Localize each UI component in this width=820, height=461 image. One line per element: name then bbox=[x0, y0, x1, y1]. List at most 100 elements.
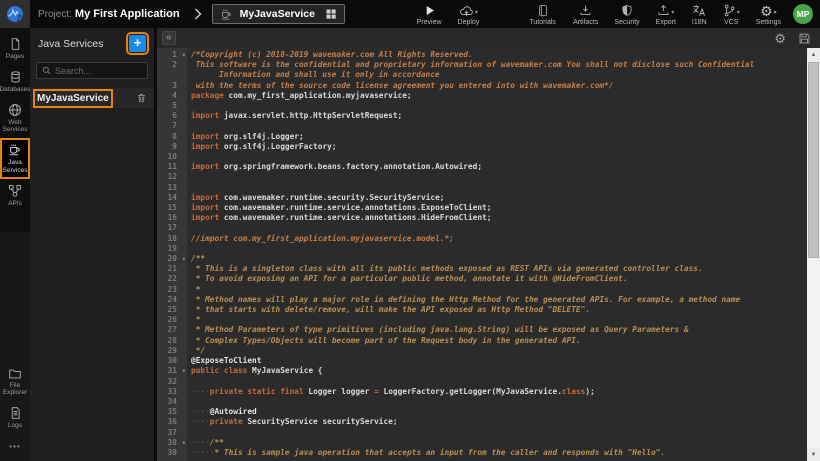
java-cup-icon bbox=[220, 8, 233, 21]
left-icon-sidebar: Pages Databases Web Services bbox=[0, 28, 30, 461]
sidebar-item-apis[interactable]: APIs bbox=[0, 179, 30, 212]
delete-service-button[interactable] bbox=[136, 92, 147, 104]
deploy-caret-icon: ▾ bbox=[475, 10, 478, 16]
line-number: 23 bbox=[157, 285, 187, 295]
service-list-item[interactable]: MyJavaService bbox=[30, 88, 154, 108]
code-text: import com.wavemaker.runtime.security.Se… bbox=[187, 193, 807, 203]
preview-button[interactable]: Preview bbox=[417, 3, 442, 26]
shield-icon bbox=[621, 4, 633, 17]
code-line: 28 * Complex Types/Objects will become p… bbox=[157, 336, 807, 346]
scroll-up-icon[interactable]: ▲ bbox=[807, 48, 820, 61]
line-number: 32 bbox=[157, 377, 187, 387]
settings-caret-icon: ▾ bbox=[774, 10, 777, 16]
java-services-panel: Java Services + MyJavaService bbox=[30, 28, 157, 461]
code-text bbox=[187, 244, 807, 254]
page-icon bbox=[9, 37, 22, 51]
fold-toggle-icon[interactable]: ▾ bbox=[182, 254, 186, 264]
add-service-button[interactable]: + bbox=[129, 35, 146, 52]
code-text: ·····* This is sample java operation tha… bbox=[187, 448, 807, 458]
download-icon bbox=[579, 4, 592, 17]
security-label: Security bbox=[614, 19, 639, 26]
deploy-button[interactable]: ▾ Deploy bbox=[458, 3, 480, 26]
trash-icon bbox=[136, 92, 147, 104]
code-text: import org.slf4j.Logger; bbox=[187, 132, 807, 142]
export-caret-icon: ▾ bbox=[671, 10, 674, 16]
scrollbar-track[interactable] bbox=[807, 61, 820, 448]
scrollbar-thumb[interactable] bbox=[808, 62, 819, 258]
line-number: 39 bbox=[157, 448, 187, 458]
sidebar-item-label: Pages bbox=[6, 53, 24, 61]
code-lines[interactable]: 1▾/*Copyright (c) 2018-2019 wavemaker.co… bbox=[157, 48, 807, 461]
search-icon bbox=[42, 66, 51, 75]
folder-icon bbox=[8, 367, 22, 380]
panel-header: Java Services + bbox=[30, 28, 154, 57]
export-button[interactable]: ▾ Export bbox=[656, 3, 676, 26]
i18n-button[interactable]: I18N bbox=[692, 3, 707, 26]
artifacts-label: Artifacts bbox=[573, 19, 598, 26]
search-input[interactable] bbox=[55, 66, 142, 76]
code-line: 27 * Method Parameters of type primitive… bbox=[157, 325, 807, 335]
code-text bbox=[187, 377, 807, 387]
sidebar-item-databases[interactable]: Databases bbox=[0, 65, 30, 98]
tutorials-button[interactable]: Tutorials bbox=[529, 3, 556, 26]
gear-icon: ⚙ bbox=[760, 5, 773, 17]
line-number: 17 bbox=[157, 223, 187, 233]
code-text: with the terms of the source code licens… bbox=[187, 81, 807, 91]
code-line: 33····private static final Logger logger… bbox=[157, 387, 807, 397]
tab-myjavaservice[interactable]: MyJavaService bbox=[212, 4, 345, 24]
service-name: MyJavaService bbox=[37, 93, 109, 104]
project-label: Project: bbox=[38, 9, 72, 20]
artifacts-button[interactable]: Artifacts bbox=[573, 3, 598, 26]
vcs-caret-icon: ▾ bbox=[737, 10, 740, 16]
security-button[interactable]: Security bbox=[614, 3, 639, 26]
fold-toggle-icon[interactable]: ▾ bbox=[182, 50, 186, 60]
line-number: 4 bbox=[157, 91, 187, 101]
sidebar-item-web-services[interactable]: Web Services bbox=[0, 98, 30, 139]
save-icon[interactable] bbox=[798, 32, 811, 45]
project-name: My First Application bbox=[75, 8, 180, 20]
code-line: 11import org.springframework.beans.facto… bbox=[157, 162, 807, 172]
sidebar-item-label: Web Services bbox=[0, 119, 30, 135]
editor-scrollbar[interactable]: ▲ ▼ bbox=[807, 48, 820, 461]
more-options-icon[interactable]: ••• bbox=[0, 434, 30, 461]
sidebar-item-java-services[interactable]: Java Services bbox=[0, 138, 30, 179]
code-line: 35····@Autowired bbox=[157, 407, 807, 417]
api-nodes-icon bbox=[8, 184, 22, 198]
vcs-button[interactable]: ▾ VCS bbox=[723, 3, 740, 26]
fold-toggle-icon[interactable]: ▾ bbox=[182, 438, 186, 448]
code-line: 16import com.wavemaker.runtime.service.a… bbox=[157, 213, 807, 223]
code-line: 37 bbox=[157, 428, 807, 438]
project-breadcrumb: Project:My First Application bbox=[38, 8, 180, 20]
editor-body: 1▾/*Copyright (c) 2018-2019 wavemaker.co… bbox=[157, 48, 820, 461]
line-number: 16 bbox=[157, 213, 187, 223]
code-text: import com.wavemaker.runtime.service.ann… bbox=[187, 213, 807, 223]
code-text bbox=[187, 152, 807, 162]
editor-toolbar: « ⚙ bbox=[157, 28, 820, 48]
sidebar-item-label: Databases bbox=[0, 86, 31, 94]
editor-settings-icon[interactable]: ⚙ bbox=[774, 32, 786, 45]
sidebar-item-label: File Explorer bbox=[0, 382, 30, 398]
collapse-panel-button[interactable]: « bbox=[162, 31, 176, 45]
line-number: 38▾ bbox=[157, 438, 187, 448]
code-text: * that starts with delete/remove, will m… bbox=[187, 305, 807, 315]
code-line: 23 * bbox=[157, 285, 807, 295]
wavemaker-logo[interactable] bbox=[0, 0, 30, 28]
settings-button[interactable]: ⚙ ▾ Settings bbox=[756, 3, 781, 26]
code-line: 2 This software is the confidential and … bbox=[157, 60, 807, 80]
grid-icon[interactable] bbox=[325, 8, 337, 20]
sidebar-item-logs[interactable]: Logs bbox=[0, 401, 30, 434]
code-text: import org.slf4j.LoggerFactory; bbox=[187, 142, 807, 152]
scroll-down-icon[interactable]: ▼ bbox=[807, 448, 820, 461]
sidebar-item-file-explorer[interactable]: File Explorer bbox=[0, 362, 30, 402]
fold-toggle-icon[interactable]: ▾ bbox=[182, 366, 186, 376]
sidebar-services-group: Pages Databases Web Services bbox=[0, 28, 30, 232]
line-number: 9 bbox=[157, 142, 187, 152]
service-search-box[interactable] bbox=[36, 62, 148, 79]
vcs-label: VCS bbox=[724, 19, 738, 26]
code-text: * bbox=[187, 315, 807, 325]
user-avatar[interactable]: MP bbox=[793, 4, 813, 24]
code-line: 22 * To avoid exposing an API for a part… bbox=[157, 274, 807, 284]
sidebar-item-pages[interactable]: Pages bbox=[0, 32, 30, 65]
preview-label: Preview bbox=[417, 19, 442, 26]
database-icon bbox=[9, 70, 22, 84]
